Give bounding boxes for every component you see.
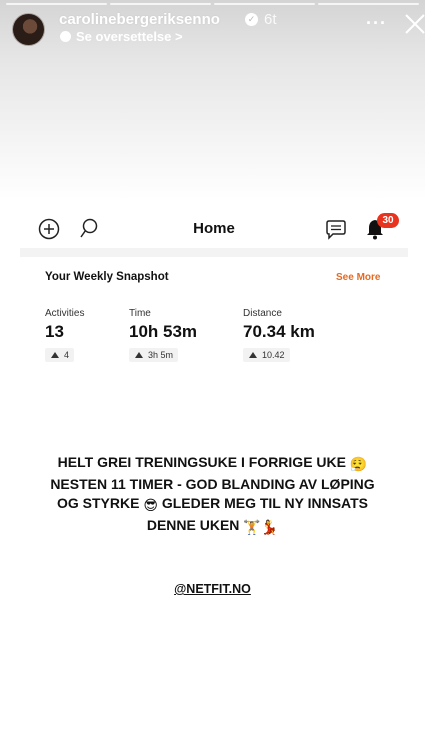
- caption-line: HELT GREI TRENINGSUKE I FORRIGE UKE 😮‍💨: [40, 453, 385, 475]
- progress-segment: [214, 3, 315, 5]
- translate-icon: [60, 31, 71, 42]
- stat-time: Time 10h 53m 3h 5m: [129, 308, 197, 363]
- avatar[interactable]: [12, 13, 45, 46]
- mention-sticker[interactable]: @NETFIT.NO: [0, 582, 425, 596]
- chat-icon: [326, 220, 346, 240]
- snapshot-title: Your Weekly Snapshot: [45, 271, 169, 283]
- story-progress-bar: [6, 3, 419, 5]
- translate-button[interactable]: Se oversettelse >: [60, 29, 183, 44]
- dancer-emoji-icon: 💃: [260, 518, 279, 535]
- stat-label: Time: [129, 308, 151, 319]
- stat-change-chip: 3h 5m: [129, 348, 179, 362]
- stat-change: 10.42: [262, 350, 285, 360]
- stat-value: 13: [45, 322, 64, 341]
- stat-change-chip: 10.42: [243, 348, 290, 362]
- story-time-ago: 6t: [264, 11, 277, 28]
- caption-line: DENNE UKEN 🏋️💃: [40, 516, 385, 538]
- progress-segment: [110, 3, 211, 5]
- caption-line: OG STYRKE 😎 GLEDER MEG TIL NY INNSATS: [40, 494, 385, 516]
- progress-segment: [6, 3, 107, 5]
- story-view[interactable]: carolinebergeriksenno ✓ 6t Se oversettel…: [0, 0, 425, 750]
- see-more-link: See More: [336, 272, 381, 283]
- stat-distance: Distance 70.34 km 10.42: [243, 308, 315, 363]
- caption-line: NESTEN 11 TIMER - GOD BLANDING AV LØPING: [50, 475, 375, 492]
- relieved-face-emoji-icon: 😮‍💨: [349, 456, 368, 472]
- progress-segment: [318, 3, 419, 5]
- shared-app-screenshot: Home 30 Your Weekly Snapshot See More Ac…: [20, 211, 408, 384]
- story-username[interactable]: carolinebergeriksenno: [59, 11, 220, 28]
- more-options-button[interactable]: ···: [366, 13, 387, 34]
- verified-badge-icon: ✓: [245, 13, 258, 26]
- translate-label: Se oversettelse >: [76, 29, 183, 44]
- up-triangle-icon: [51, 352, 59, 358]
- up-triangle-icon: [135, 352, 143, 358]
- notification-count-badge: 30: [377, 213, 399, 228]
- up-triangle-icon: [249, 352, 257, 358]
- stat-value: 70.34 km: [243, 322, 315, 341]
- stat-activities: Activities 13 4: [45, 308, 84, 363]
- sunglasses-emoji-icon: 😎: [143, 497, 158, 513]
- stat-label: Activities: [45, 308, 85, 319]
- stat-change: 3h 5m: [148, 350, 174, 360]
- page-title: Home: [193, 220, 235, 237]
- mention-text[interactable]: @NETFIT.NO: [174, 582, 251, 596]
- stat-change: 4: [64, 350, 70, 360]
- close-icon[interactable]: [404, 13, 425, 35]
- stat-change-chip: 4: [45, 348, 75, 362]
- stat-value: 10h 53m: [129, 322, 198, 341]
- story-caption: HELT GREI TRENINGSUKE I FORRIGE UKE 😮‍💨 …: [40, 453, 385, 537]
- stat-label: Distance: [243, 308, 282, 319]
- weightlifter-emoji-icon: 🏋️: [243, 518, 261, 535]
- divider: [20, 248, 408, 257]
- app-header: Home 30: [20, 211, 408, 248]
